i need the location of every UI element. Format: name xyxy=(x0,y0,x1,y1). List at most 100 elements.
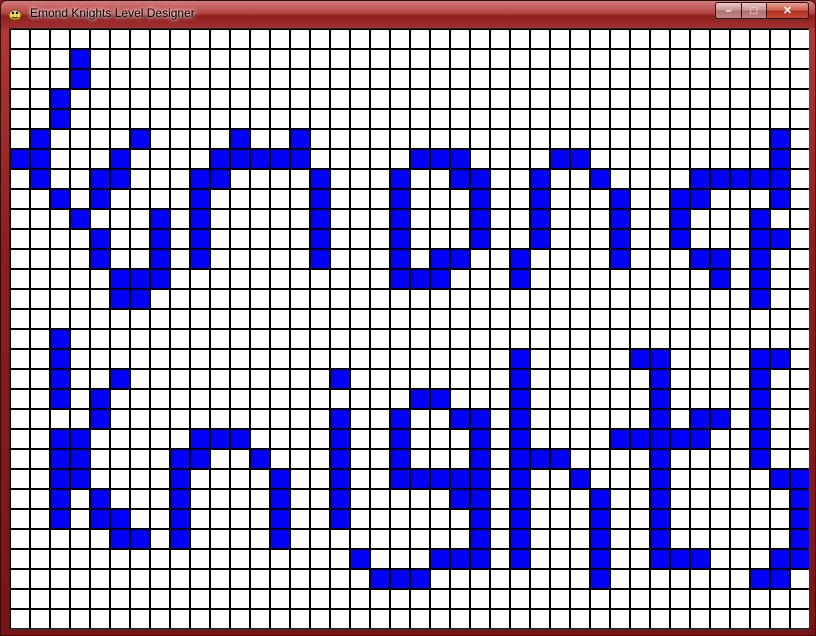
grid-cell[interactable] xyxy=(611,350,629,368)
grid-cell[interactable] xyxy=(711,510,729,528)
grid-cell[interactable] xyxy=(191,270,209,288)
grid-cell[interactable] xyxy=(291,390,309,408)
grid-cell-filled[interactable] xyxy=(531,170,549,188)
grid-cell[interactable] xyxy=(671,450,689,468)
grid-cell-filled[interactable] xyxy=(411,150,429,168)
grid-cell[interactable] xyxy=(91,290,109,308)
grid-cell[interactable] xyxy=(551,90,569,108)
grid-cell[interactable] xyxy=(351,290,369,308)
grid-cell-filled[interactable] xyxy=(211,170,229,188)
grid-cell[interactable] xyxy=(351,330,369,348)
grid-cell[interactable] xyxy=(91,30,109,48)
grid-cell-filled[interactable] xyxy=(791,490,809,508)
grid-cell[interactable] xyxy=(271,450,289,468)
grid-cell[interactable] xyxy=(51,590,69,608)
grid-cell-filled[interactable] xyxy=(471,550,489,568)
grid-cell[interactable] xyxy=(271,170,289,188)
grid-cell-filled[interactable] xyxy=(411,570,429,588)
grid-cell-filled[interactable] xyxy=(671,550,689,568)
grid-cell-filled[interactable] xyxy=(111,510,129,528)
grid-cell[interactable] xyxy=(651,250,669,268)
grid-cell[interactable] xyxy=(331,170,349,188)
grid-cell-filled[interactable] xyxy=(251,150,269,168)
grid-cell[interactable] xyxy=(731,530,749,548)
grid-cell[interactable] xyxy=(671,570,689,588)
grid-cell[interactable] xyxy=(731,570,749,588)
grid-cell[interactable] xyxy=(171,410,189,428)
grid-cell[interactable] xyxy=(591,350,609,368)
grid-cell[interactable] xyxy=(491,350,509,368)
grid-cell[interactable] xyxy=(11,550,29,568)
grid-cell[interactable] xyxy=(411,410,429,428)
grid-cell-filled[interactable] xyxy=(51,370,69,388)
grid-cell-filled[interactable] xyxy=(451,170,469,188)
grid-cell-filled[interactable] xyxy=(751,410,769,428)
grid-cell-filled[interactable] xyxy=(771,350,789,368)
grid-cell-filled[interactable] xyxy=(231,130,249,148)
grid-cell[interactable] xyxy=(431,310,449,328)
grid-cell[interactable] xyxy=(111,590,129,608)
grid-cell[interactable] xyxy=(631,590,649,608)
grid-cell[interactable] xyxy=(411,190,429,208)
grid-cell[interactable] xyxy=(131,490,149,508)
grid-cell[interactable] xyxy=(151,370,169,388)
grid-cell[interactable] xyxy=(471,250,489,268)
grid-cell[interactable] xyxy=(651,90,669,108)
grid-cell[interactable] xyxy=(791,190,809,208)
grid-cell[interactable] xyxy=(791,310,809,328)
grid-cell-filled[interactable] xyxy=(651,490,669,508)
grid-cell[interactable] xyxy=(631,230,649,248)
grid-cell-filled[interactable] xyxy=(511,510,529,528)
grid-cell[interactable] xyxy=(551,210,569,228)
grid-cell[interactable] xyxy=(631,110,649,128)
grid-cell[interactable] xyxy=(231,370,249,388)
grid-cell[interactable] xyxy=(271,130,289,148)
grid-cell[interactable] xyxy=(291,70,309,88)
grid-cell-filled[interactable] xyxy=(291,150,309,168)
grid-cell[interactable] xyxy=(591,230,609,248)
grid-cell-filled[interactable] xyxy=(771,150,789,168)
grid-cell[interactable] xyxy=(311,70,329,88)
grid-cell[interactable] xyxy=(271,410,289,428)
grid-cell[interactable] xyxy=(611,490,629,508)
grid-cell[interactable] xyxy=(531,470,549,488)
grid-cell[interactable] xyxy=(751,70,769,88)
grid-cell[interactable] xyxy=(391,110,409,128)
grid-cell[interactable] xyxy=(371,510,389,528)
grid-cell[interactable] xyxy=(631,50,649,68)
grid-cell[interactable] xyxy=(411,450,429,468)
grid-cell[interactable] xyxy=(111,430,129,448)
grid-cell-filled[interactable] xyxy=(591,170,609,188)
grid-cell[interactable] xyxy=(51,210,69,228)
grid-cell[interactable] xyxy=(551,30,569,48)
grid-cell-filled[interactable] xyxy=(111,170,129,188)
grid-cell[interactable] xyxy=(771,70,789,88)
grid-cell[interactable] xyxy=(511,310,529,328)
grid-cell[interactable] xyxy=(751,590,769,608)
grid-cell[interactable] xyxy=(371,370,389,388)
grid-cell-filled[interactable] xyxy=(191,450,209,468)
grid-cell[interactable] xyxy=(611,170,629,188)
grid-cell[interactable] xyxy=(731,550,749,568)
grid-cell[interactable] xyxy=(391,550,409,568)
grid-cell[interactable] xyxy=(611,390,629,408)
grid-cell[interactable] xyxy=(291,610,309,628)
grid-cell[interactable] xyxy=(91,50,109,68)
grid-cell[interactable] xyxy=(211,350,229,368)
grid-cell[interactable] xyxy=(791,390,809,408)
grid-cell[interactable] xyxy=(731,150,749,168)
grid-cell[interactable] xyxy=(351,590,369,608)
grid-cell[interactable] xyxy=(671,310,689,328)
grid-cell[interactable] xyxy=(111,330,129,348)
grid-cell-filled[interactable] xyxy=(351,550,369,568)
grid-cell[interactable] xyxy=(151,450,169,468)
grid-cell[interactable] xyxy=(611,330,629,348)
grid-cell[interactable] xyxy=(671,270,689,288)
grid-cell[interactable] xyxy=(731,230,749,248)
grid-cell[interactable] xyxy=(531,90,549,108)
grid-cell[interactable] xyxy=(551,570,569,588)
grid-cell[interactable] xyxy=(331,270,349,288)
grid-cell[interactable] xyxy=(691,310,709,328)
grid-cell[interactable] xyxy=(451,350,469,368)
grid-cell[interactable] xyxy=(91,110,109,128)
